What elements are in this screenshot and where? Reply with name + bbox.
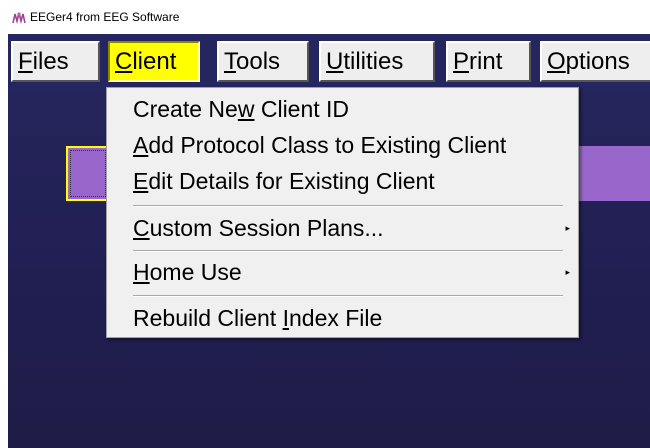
title-bar: EEGer4 from EEG Software	[0, 0, 650, 34]
menu-options-accel: O	[547, 48, 566, 75]
menuitem-edit-accel: E	[133, 168, 149, 194]
menu-client-label: lient	[132, 48, 177, 75]
menu-print-accel: P	[453, 48, 470, 75]
window-title: EEGer4 from EEG Software	[30, 10, 180, 24]
menuitem-rebuild-post: ndex File	[288, 305, 383, 331]
menuitem-custom-session-plans[interactable]: Custom Session Plans... ▸	[107, 213, 578, 243]
menuitem-create-new-client-id[interactable]: Create New Client ID	[107, 94, 578, 124]
menuitem-add-protocol-class[interactable]: Add Protocol Class to Existing Client	[107, 130, 578, 160]
client-dropdown-menu: Create New Client ID Add Protocol Class …	[106, 87, 579, 338]
menuitem-rebuild-pre: Rebuild Client	[133, 305, 283, 331]
eeger-app-icon	[12, 12, 26, 25]
menu-tools-label: ools	[236, 48, 281, 75]
menuitem-add-accel: A	[133, 132, 149, 158]
menu-print-label: rint	[469, 48, 503, 75]
menuitem-create-pre: Create Ne	[133, 96, 238, 122]
menuitem-create-accel: w	[237, 96, 255, 122]
menuitem-custom-accel: C	[133, 215, 150, 241]
menu-client[interactable]: Client	[108, 41, 200, 82]
client-selection-bar[interactable]	[66, 146, 110, 201]
submenu-arrow-icon: ▸	[565, 267, 570, 277]
menu-options-label: ptions	[565, 48, 630, 75]
menuitem-rebuild-client-index[interactable]: Rebuild Client Index File	[107, 303, 578, 333]
menu-client-accel: C	[115, 48, 133, 75]
menuitem-home-use[interactable]: Home Use ▸	[107, 257, 578, 287]
menu-options[interactable]: Options	[540, 41, 650, 82]
submenu-arrow-icon: ▸	[565, 223, 570, 233]
menuitem-home-accel: H	[133, 259, 150, 285]
menuitem-add-post: dd Protocol Class to Existing Client	[148, 132, 507, 158]
menuitem-edit-client-details[interactable]: Edit Details for Existing Client	[107, 166, 578, 196]
menuitem-edit-post: dit Details for Existing Client	[148, 168, 435, 194]
menu-separator	[133, 295, 563, 297]
menu-utilities-accel: U	[326, 48, 344, 75]
menuitem-home-post: ome Use	[149, 259, 242, 285]
menu-files[interactable]: Files	[11, 41, 100, 82]
menu-separator	[133, 205, 563, 207]
menu-utilities[interactable]: Utilities	[319, 41, 435, 82]
menu-files-label: iles	[32, 48, 69, 75]
menuitem-custom-post: ustom Session Plans...	[149, 215, 384, 241]
menu-utilities-label: tilities	[343, 48, 404, 75]
menu-separator	[133, 250, 563, 252]
menu-tools-accel: T	[224, 48, 236, 75]
menu-files-accel: F	[18, 48, 33, 75]
client-selection-bar-right[interactable]	[578, 146, 650, 201]
menuitem-create-post: Client ID	[254, 96, 350, 122]
menu-tools[interactable]: Tools	[217, 41, 309, 82]
menu-print[interactable]: Print	[446, 41, 531, 82]
